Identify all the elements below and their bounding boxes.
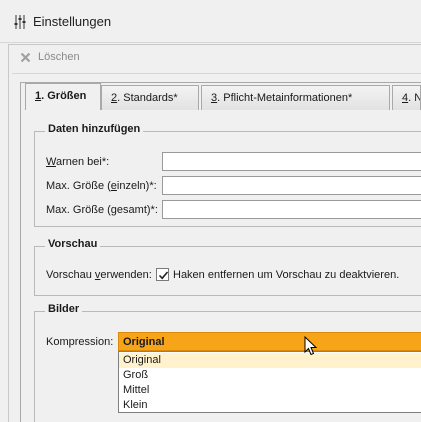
group-title: Vorschau: [45, 238, 101, 250]
window-title: Einstellungen: [33, 14, 112, 29]
label-mnemonic: W: [46, 156, 56, 168]
tab-standards[interactable]: 2. Standards*: [101, 85, 199, 110]
window-titlebar: Einstellungen: [0, 0, 421, 43]
tab-groessen[interactable]: 1. Größen: [25, 83, 101, 110]
label-part: inzeln)*:: [116, 180, 157, 192]
label-part: esamt)*:: [116, 204, 158, 216]
checkmark-icon: [158, 271, 169, 280]
tab-pflicht-metainformationen[interactable]: 3. Pflicht-Metainformationen*: [201, 85, 390, 110]
option-original[interactable]: Original: [119, 353, 421, 368]
label-part: erwenden:: [100, 269, 152, 281]
tab-label: . Pflicht-Metainformationen*: [217, 92, 353, 104]
delete-button[interactable]: Löschen: [38, 51, 80, 63]
tab-label: . Standards*: [117, 92, 178, 104]
group-title: Bilder: [45, 303, 83, 315]
tab-4[interactable]: 4. N: [392, 85, 421, 110]
label-part: Vorschau: [46, 269, 95, 281]
vorschau-checkbox-label[interactable]: Haken entfernen um Vorschau zu deaktvier…: [173, 269, 399, 281]
close-icon: [20, 52, 31, 63]
label-part: arnen bei*:: [55, 156, 110, 168]
group-title: Daten hinzufügen: [45, 123, 144, 135]
tab-label: . N: [408, 92, 421, 104]
vorschau-verwenden-label: Vorschau verwenden:: [46, 269, 152, 281]
option-klein[interactable]: Klein: [119, 398, 421, 413]
option-gross[interactable]: Groß: [119, 368, 421, 383]
mouse-pointer-icon: [304, 336, 318, 356]
max-groesse-einzeln-label: Max. Größe (einzeln)*:: [46, 180, 157, 192]
vorschau-checkbox[interactable]: [156, 268, 169, 281]
label-part: Max. Größe (: [46, 204, 111, 216]
sliders-icon: [14, 15, 26, 29]
warnen-bei-input[interactable]: [162, 152, 421, 171]
kompression-selected-value: Original: [123, 336, 165, 348]
tab-label: . Größen: [41, 90, 87, 102]
option-mittel[interactable]: Mittel: [119, 383, 421, 398]
max-groesse-gesamt-label: Max. Größe (gesamt)*:: [46, 204, 158, 216]
toolbar-separator: [12, 73, 421, 74]
kompression-select[interactable]: Original: [118, 332, 421, 351]
max-groesse-gesamt-input[interactable]: [162, 200, 421, 219]
label-part: Max. Größe (: [46, 180, 111, 192]
kompression-dropdown-list: Original Groß Mittel Klein: [118, 351, 421, 413]
kompression-label: Kompression:: [46, 336, 114, 348]
warnen-bei-label: Warnen bei*:: [46, 156, 109, 168]
max-groesse-einzeln-input[interactable]: [162, 176, 421, 195]
